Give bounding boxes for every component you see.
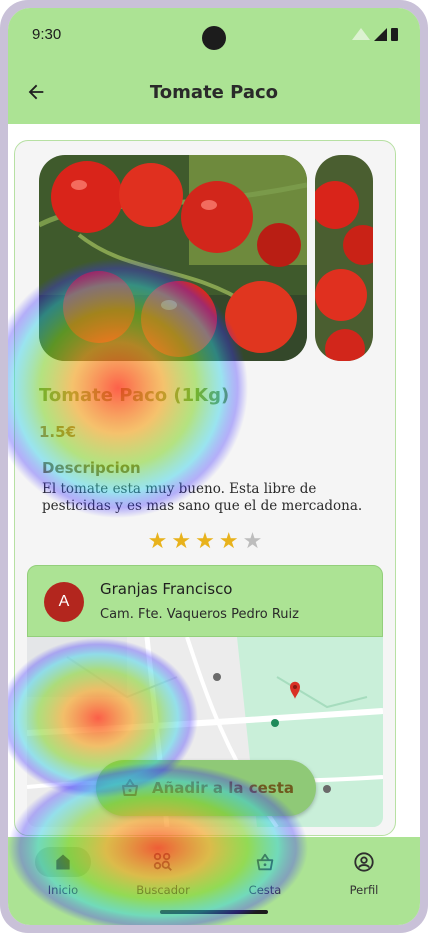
star-icon: ★ xyxy=(195,529,215,554)
nav-item-buscador[interactable]: Buscador xyxy=(113,847,213,897)
nav-label-inicio: Inicio xyxy=(47,883,79,897)
product-card: Tomate Paco (1Kg) 1.5€ Descripcion El to… xyxy=(14,140,396,836)
add-to-cart-button[interactable]: Añadir a la cesta xyxy=(96,760,316,816)
home-icon xyxy=(56,854,70,870)
nav-pill xyxy=(237,847,293,877)
signal-icon xyxy=(374,27,387,41)
status-time: 9:30 xyxy=(32,25,62,43)
star-icon: ★ xyxy=(147,529,168,554)
basket-icon xyxy=(122,779,138,796)
status-icons xyxy=(352,27,398,41)
nav-pill xyxy=(336,847,392,877)
rating-stars: ★ ★ ★ ★ ★ xyxy=(15,531,395,553)
camera-cutout xyxy=(202,26,226,50)
product-image-main[interactable] xyxy=(39,155,307,361)
wifi-icon xyxy=(352,28,370,40)
screen: 9:30 Tomate Paco Tomate Paco (1Kg) 1.5€ … xyxy=(8,8,420,925)
star-icon: ★ xyxy=(242,529,263,554)
back-button[interactable] xyxy=(22,78,50,106)
nav-label-perfil: Perfil xyxy=(349,883,379,897)
battery-icon xyxy=(391,27,398,41)
nav-item-inicio[interactable]: Inicio xyxy=(13,847,113,897)
search-grid-icon xyxy=(153,852,172,871)
description-text: El tomate esta muy bueno. Esta libre de … xyxy=(42,481,363,514)
home-indicator xyxy=(160,910,268,914)
content-area: Tomate Paco (1Kg) 1.5€ Descripcion El to… xyxy=(8,124,420,837)
product-price: 1.5€ xyxy=(39,423,77,441)
star-icon: ★ xyxy=(218,529,239,554)
nav-pill xyxy=(135,847,191,877)
avatar: A xyxy=(44,582,84,622)
seller-address: Cam. Fte. Vaqueros Pedro Ruiz xyxy=(100,607,299,622)
star-icon: ★ xyxy=(171,529,192,554)
app-bar: Tomate Paco xyxy=(8,60,420,124)
seller-name: Granjas Francisco xyxy=(100,580,233,598)
nav-pill xyxy=(35,847,91,877)
arrow-back-icon xyxy=(28,84,44,100)
description-title: Descripcion xyxy=(42,459,141,477)
product-name: Tomate Paco (1Kg) xyxy=(39,385,230,406)
nav-label-cesta: Cesta xyxy=(248,883,282,897)
add-to-cart-label: Añadir a la cesta xyxy=(152,779,295,797)
nav-item-perfil[interactable]: Perfil xyxy=(314,847,414,897)
page-title: Tomate Paco xyxy=(149,81,279,103)
product-image-secondary[interactable] xyxy=(315,155,373,361)
nav-label-buscador: Buscador xyxy=(136,883,190,897)
profile-icon xyxy=(354,852,374,872)
basket-icon xyxy=(256,853,274,871)
seller-card[interactable]: A Granjas Francisco Cam. Fte. Vaqueros P… xyxy=(27,565,383,637)
nav-item-cesta[interactable]: Cesta xyxy=(215,847,315,897)
device-frame: 9:30 Tomate Paco Tomate Paco (1Kg) 1.5€ … xyxy=(0,0,428,933)
